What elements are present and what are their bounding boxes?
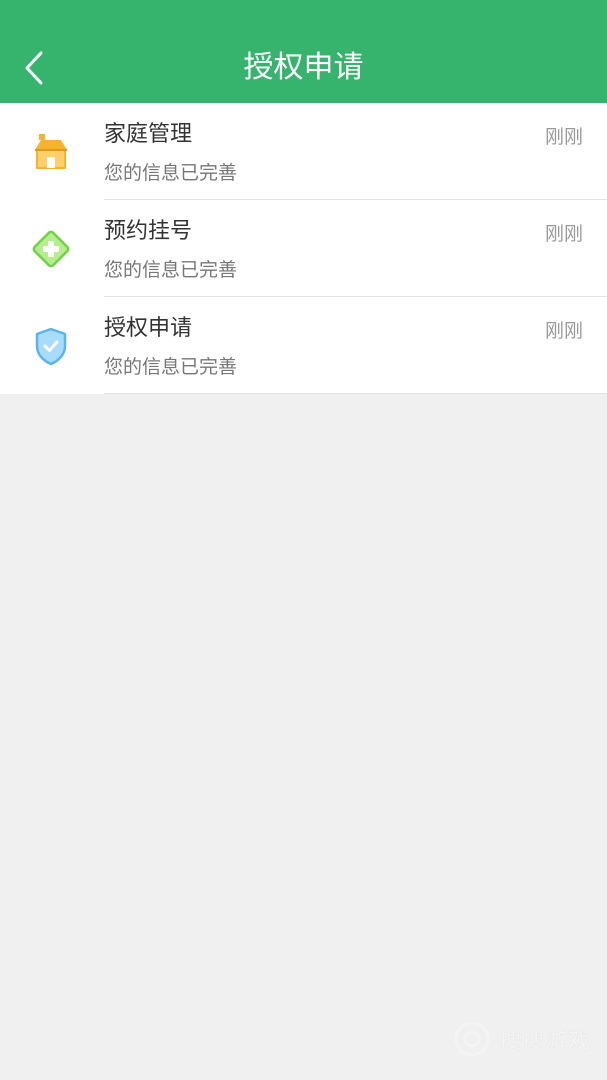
list-item-appointment[interactable]: 预约挂号 您的信息已完善 刚刚 xyxy=(0,200,607,297)
page-title: 授权申请 xyxy=(243,50,364,85)
item-subtitle: 您的信息已完善 xyxy=(104,259,238,281)
house-icon xyxy=(28,129,74,175)
watermark: 搜搜游戏 xyxy=(453,1020,591,1058)
item-timestamp: 刚刚 xyxy=(544,223,583,245)
item-subtitle: 您的信息已完善 xyxy=(104,356,238,378)
medical-cross-icon xyxy=(28,226,74,272)
watermark-text: 搜搜游戏 xyxy=(498,1029,591,1054)
item-subtitle: 您的信息已完善 xyxy=(104,162,238,184)
shield-check-icon xyxy=(28,323,74,369)
item-timestamp: 刚刚 xyxy=(544,320,583,342)
item-label: 预约挂号 xyxy=(104,219,193,244)
list-item-family-management[interactable]: 家庭管理 您的信息已完善 刚刚 xyxy=(0,103,607,200)
notification-list: 家庭管理 您的信息已完善 刚刚 预约挂号 您的信息已完善 刚刚 授权申请 您的信… xyxy=(0,103,607,394)
app-header: 授权申请 xyxy=(0,0,607,103)
list-item-authorization[interactable]: 授权申请 您的信息已完善 刚刚 xyxy=(0,297,607,394)
item-timestamp: 刚刚 xyxy=(544,126,583,148)
item-label: 授权申请 xyxy=(104,316,193,341)
watermark-logo-icon xyxy=(454,1021,490,1057)
item-label: 家庭管理 xyxy=(104,122,193,147)
divider xyxy=(104,393,607,394)
